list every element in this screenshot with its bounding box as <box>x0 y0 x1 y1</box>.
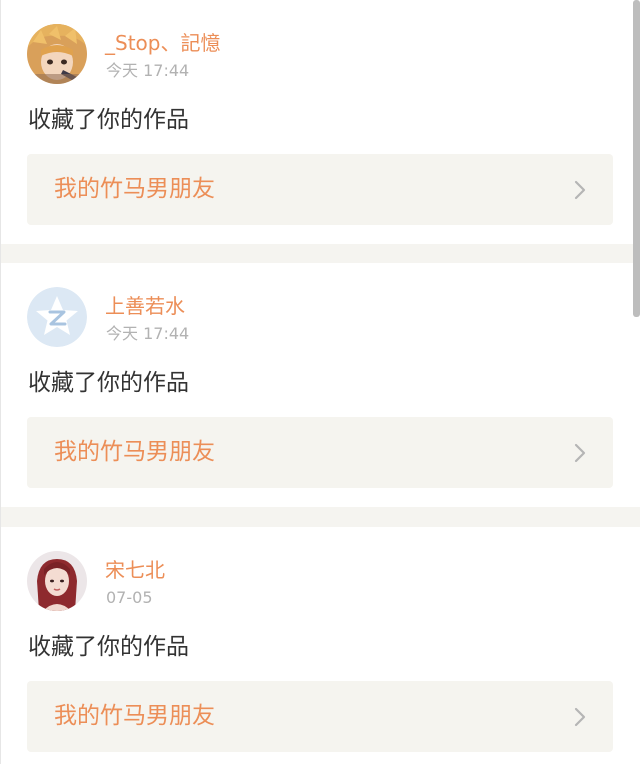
work-title: 我的竹马男朋友 <box>54 439 215 465</box>
avatar[interactable] <box>27 24 87 84</box>
left-edge-divider <box>0 0 1 764</box>
notification-feed: _Stop、記憶 今天 17:44 收藏了你的作品 我的竹马男朋友 上善若水 今… <box>0 0 640 764</box>
user-name[interactable]: _Stop、記憶 <box>105 30 220 56</box>
timestamp: 07-05 <box>106 588 153 607</box>
work-title: 我的竹马男朋友 <box>54 703 215 729</box>
chevron-right-icon <box>574 707 586 727</box>
action-text: 收藏了你的作品 <box>28 370 189 396</box>
chevron-right-icon <box>574 180 586 200</box>
avatar[interactable] <box>27 287 87 347</box>
action-text: 收藏了你的作品 <box>28 107 189 133</box>
notification-card: 上善若水 今天 17:44 收藏了你的作品 我的竹马男朋友 <box>0 263 640 507</box>
user-name[interactable]: 上善若水 <box>105 293 185 319</box>
notification-card: _Stop、記憶 今天 17:44 收藏了你的作品 我的竹马男朋友 <box>0 0 640 244</box>
scrollbar[interactable] <box>633 0 640 317</box>
portrait-avatar-icon <box>27 551 87 611</box>
default-qzone-avatar-icon <box>27 287 87 347</box>
notification-card: 宋七北 07-05 收藏了你的作品 我的竹马男朋友 <box>0 527 640 764</box>
timestamp: 今天 17:44 <box>106 61 190 80</box>
action-text: 收藏了你的作品 <box>28 634 189 660</box>
avatar[interactable] <box>27 551 87 611</box>
chevron-right-icon <box>574 443 586 463</box>
work-link[interactable]: 我的竹马男朋友 <box>27 417 613 488</box>
work-title: 我的竹马男朋友 <box>54 176 215 202</box>
work-link[interactable]: 我的竹马男朋友 <box>27 681 613 752</box>
anime-avatar-icon <box>27 24 87 84</box>
work-link[interactable]: 我的竹马男朋友 <box>27 154 613 225</box>
timestamp: 今天 17:44 <box>106 324 190 343</box>
user-name[interactable]: 宋七北 <box>105 557 165 583</box>
